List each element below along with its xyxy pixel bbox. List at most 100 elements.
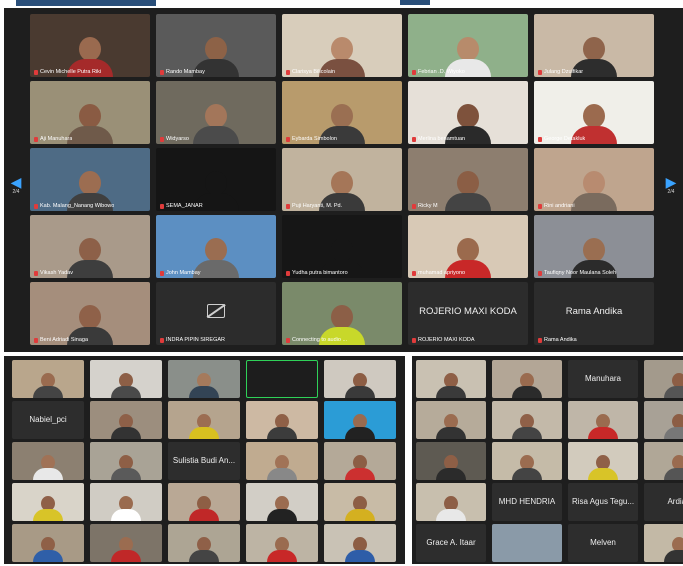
participant-tile[interactable]: Clarisya Bilicolain xyxy=(282,14,402,77)
participant-tile[interactable]: Kab. Malang_Nanang Wibowo xyxy=(30,148,150,211)
participant-tile[interactable] xyxy=(492,442,562,480)
participant-tile[interactable]: INDRA PIPIN SIREGAR xyxy=(156,282,276,345)
participant-tile[interactable]: Sulistia Budi An... xyxy=(168,442,240,480)
participant-tile[interactable]: Yudha putra bimantoro xyxy=(282,215,402,278)
participant-figure xyxy=(571,171,617,211)
participant-tile[interactable] xyxy=(168,483,240,521)
participant-tile[interactable]: Rama Andika Rama Andika xyxy=(534,282,654,345)
participant-tile[interactable]: Aji Manuhara xyxy=(30,81,150,144)
participant-display-name: Risa Agus Tegu... xyxy=(571,497,635,506)
participant-name: muhamad apriyono xyxy=(418,270,466,276)
participant-tile[interactable]: ROJERIO MAXI KODA ROJERIO MAXI KODA xyxy=(408,282,528,345)
participant-tile[interactable]: SEMA_JANAR xyxy=(156,148,276,211)
participant-tile[interactable]: Vikash Yadav xyxy=(30,215,150,278)
participant-body xyxy=(189,427,219,439)
participant-tile[interactable] xyxy=(90,442,162,480)
participant-tile[interactable] xyxy=(416,483,486,521)
participant-tile[interactable] xyxy=(246,483,318,521)
participant-tile[interactable] xyxy=(246,524,318,562)
participant-figure xyxy=(664,537,683,562)
participant-tile[interactable] xyxy=(644,524,683,562)
participant-tile[interactable] xyxy=(90,483,162,521)
participant-tile[interactable] xyxy=(246,442,318,480)
participant-tile[interactable]: MHD HENDRIA xyxy=(492,483,562,521)
participant-figure xyxy=(512,455,542,480)
participant-tile[interactable] xyxy=(12,442,84,480)
next-page-button[interactable]: ▶ 2/4 xyxy=(661,174,681,204)
participant-head xyxy=(205,104,227,128)
participant-tile[interactable]: Connecting to audio ... xyxy=(282,282,402,345)
participant-tile[interactable]: Julang Dzulfikar xyxy=(534,14,654,77)
participant-tile[interactable]: John Mambay xyxy=(156,215,276,278)
participant-tile[interactable] xyxy=(168,360,240,398)
participant-body xyxy=(111,550,141,562)
participant-body xyxy=(33,509,63,521)
participant-tile[interactable] xyxy=(12,483,84,521)
participant-tile[interactable]: Rando Mambay xyxy=(156,14,276,77)
participant-tile[interactable]: Grace A. Itaar xyxy=(416,524,486,562)
participant-display-name: Nabiel_pci xyxy=(29,415,67,424)
participant-tile[interactable] xyxy=(568,401,638,439)
participant-tile[interactable] xyxy=(12,360,84,398)
participant-tile[interactable]: Manuhara xyxy=(568,360,638,398)
participant-caption: Clarisya Bilicolain xyxy=(286,69,335,75)
participant-body xyxy=(111,509,141,521)
participant-tile[interactable]: Nabiel_pci xyxy=(12,401,84,439)
participant-tile[interactable]: Rini andriani xyxy=(534,148,654,211)
participant-tile[interactable]: Febrian .D. Wiyoko xyxy=(408,14,528,77)
participant-display-name: Melven xyxy=(590,538,616,547)
participant-tile[interactable] xyxy=(168,524,240,562)
participant-tile[interactable] xyxy=(324,524,396,562)
participant-tile[interactable] xyxy=(492,360,562,398)
participant-caption: Julang Dzulfikar xyxy=(538,69,583,75)
participant-tile[interactable] xyxy=(246,401,318,439)
participant-tile[interactable] xyxy=(324,360,396,398)
participant-tile[interactable] xyxy=(416,360,486,398)
participant-tile[interactable]: Beni Adriadi Sinaga xyxy=(30,282,150,345)
participant-tile[interactable]: muhamad apriyono xyxy=(408,215,528,278)
participant-tile[interactable] xyxy=(90,524,162,562)
participant-body xyxy=(33,550,63,562)
participant-name: Connecting to audio ... xyxy=(292,337,348,343)
participant-caption: Beni Adriadi Sinaga xyxy=(34,337,88,343)
participant-tile[interactable] xyxy=(324,442,396,480)
participant-figure xyxy=(512,414,542,439)
participant-caption: Cevin Michelle Putra Riki xyxy=(34,69,101,75)
participant-head xyxy=(583,238,605,262)
participant-tile[interactable] xyxy=(246,360,318,398)
participant-tile[interactable]: Ricky M xyxy=(408,148,528,211)
participant-tile[interactable] xyxy=(324,483,396,521)
participant-head xyxy=(79,104,101,128)
participant-tile[interactable]: Risa Agus Tegu... xyxy=(568,483,638,521)
muted-mic-icon xyxy=(538,136,542,142)
participant-tile[interactable] xyxy=(90,360,162,398)
participant-tile[interactable]: Cevin Michelle Putra Riki xyxy=(30,14,150,77)
participant-tile[interactable] xyxy=(416,442,486,480)
participant-tile[interactable] xyxy=(168,401,240,439)
participant-name: Ricky M xyxy=(418,203,438,209)
participant-figure xyxy=(189,414,219,439)
participant-tile[interactable] xyxy=(644,442,683,480)
participant-tile[interactable] xyxy=(492,401,562,439)
participant-tile[interactable]: Melven xyxy=(568,524,638,562)
participant-figure xyxy=(345,373,375,398)
participant-tile[interactable] xyxy=(644,401,683,439)
participant-tile[interactable] xyxy=(568,442,638,480)
previous-page-button[interactable]: ◀ 2/4 xyxy=(6,174,26,204)
participant-tile[interactable] xyxy=(12,524,84,562)
muted-mic-icon xyxy=(412,69,416,75)
participant-tile[interactable] xyxy=(644,360,683,398)
participant-tile[interactable]: Eybarda Simbolon xyxy=(282,81,402,144)
participant-figure xyxy=(664,373,683,398)
participant-tile[interactable]: Ardian xyxy=(644,483,683,521)
participant-tile[interactable] xyxy=(416,401,486,439)
participant-tile[interactable] xyxy=(492,524,562,562)
participant-figure xyxy=(445,171,491,211)
participant-tile[interactable]: Taufiqny Noor Maulana Soleh xyxy=(534,215,654,278)
participant-tile[interactable] xyxy=(324,401,396,439)
participant-tile[interactable]: Merlina benamtuan xyxy=(408,81,528,144)
participant-tile[interactable]: George Detakluk xyxy=(534,81,654,144)
participant-tile[interactable]: Puji Haryanti, M. Pd. xyxy=(282,148,402,211)
participant-tile[interactable]: Widyarso xyxy=(156,81,276,144)
participant-tile[interactable] xyxy=(90,401,162,439)
